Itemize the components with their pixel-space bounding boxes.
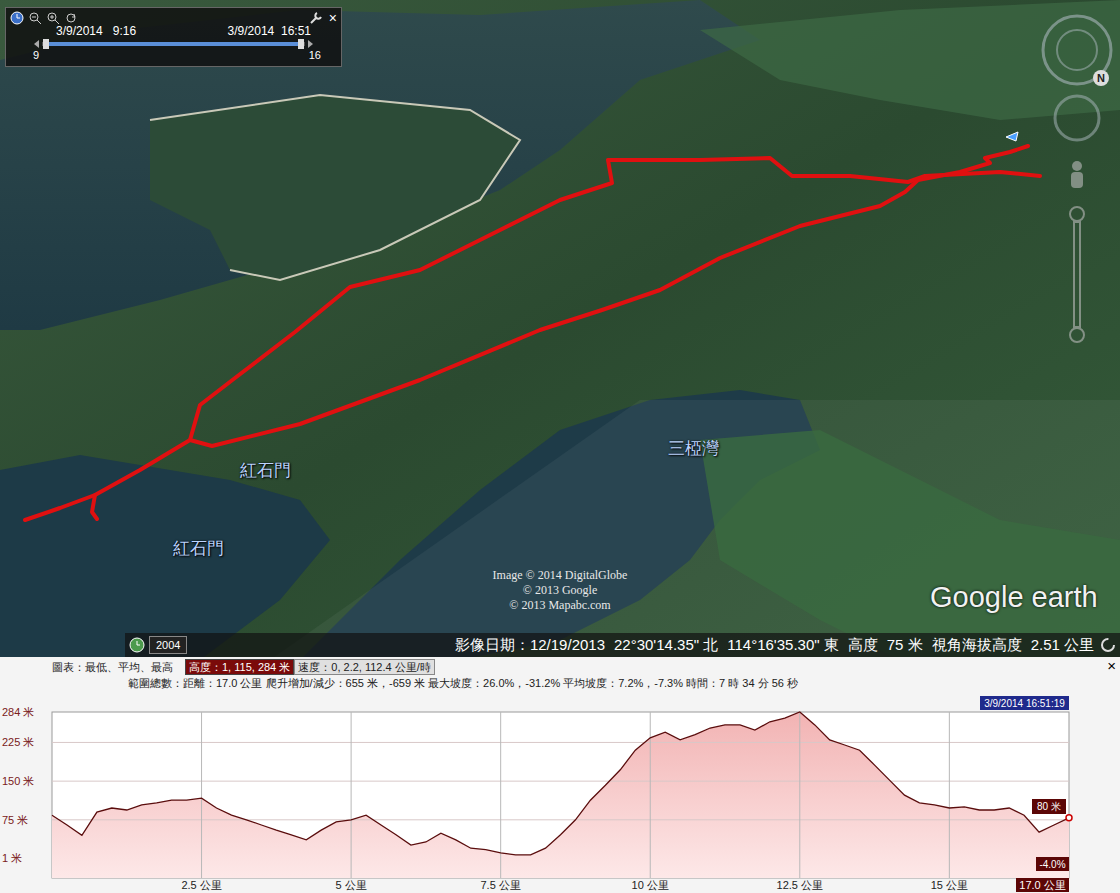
marker-height-label: 80 米 xyxy=(1032,799,1066,814)
attribution-line: Image © 2014 DigitalGlobe xyxy=(493,568,628,583)
navigation-controls[interactable]: N xyxy=(1030,0,1120,350)
elevation-profile-panel: × 圖表：最低、平均、最高高度：1, 115, 284 米速度：0, 2.2, 1… xyxy=(0,657,1120,893)
elevation-area xyxy=(52,712,1069,878)
x-tick: 2.5 公里 xyxy=(181,712,221,891)
x-tick: 5 公里 xyxy=(336,712,367,891)
street-view-icon[interactable] xyxy=(1071,161,1083,188)
historical-imagery-icon[interactable] xyxy=(129,637,145,653)
place-label[interactable]: 三椏灣 xyxy=(668,440,719,457)
status-item: 影像日期：12/19/2013 xyxy=(455,634,605,657)
place-label[interactable]: 紅石門 xyxy=(173,540,224,557)
reset-icon[interactable] xyxy=(64,11,78,25)
y-tick: 150 米 xyxy=(2,775,1069,787)
move-ring[interactable] xyxy=(1055,96,1099,140)
svg-text:3/9/2014 16:51:19: 3/9/2014 16:51:19 xyxy=(984,698,1065,709)
x-tick: 7.5 公里 xyxy=(480,712,520,891)
y-tick: 1 米 xyxy=(2,852,22,864)
range-stats: 距離：17.0 公里 爬升增加/減少：655 米，-659 米 最大坡度：26.… xyxy=(183,676,798,690)
place-label[interactable]: 紅石門 xyxy=(240,462,291,479)
time-slider-panel: × 3/9/2014 9:16 3/9/2014 16:51 9 16 xyxy=(5,7,342,67)
summary-label: 圖表：最低、平均、最高 xyxy=(52,660,173,674)
svg-text:75 米: 75 米 xyxy=(2,814,28,826)
zoom-slider[interactable] xyxy=(1070,207,1084,342)
attribution-line: © 2013 Mapabc.com xyxy=(509,598,610,613)
timestamp-label: 3/9/2014 16:51:19 xyxy=(980,696,1069,710)
svg-text:-4.0%: -4.0% xyxy=(1039,859,1065,870)
google-earth-logo: Google earth xyxy=(930,583,1098,612)
status-item: 視角海拔高度 xyxy=(932,634,1022,657)
height-stats[interactable]: 高度：1, 115, 284 米 xyxy=(185,659,294,675)
svg-text:17.0 公里: 17.0 公里 xyxy=(1019,879,1065,891)
look-ring[interactable] xyxy=(1043,16,1111,84)
imagery-year[interactable]: 2004 xyxy=(149,636,187,655)
y-tick: 75 米 xyxy=(2,814,1069,826)
status-bar: 2004 影像日期：12/19/2013 22°30'14.35" 北 114°16'… xyxy=(125,633,1120,657)
marker-grade-label: -4.0% xyxy=(1036,857,1069,871)
map-view[interactable]: 紅石門紅石門三椏灣×3/9/2014 9:163/9/2014 16:51916… xyxy=(0,0,1120,657)
speed-stats[interactable]: 速度：0, 2.2, 112.4 公里/時 xyxy=(294,659,434,675)
google-earth-window: 紅石門紅石門三椏灣×3/9/2014 9:163/9/2014 16:51916… xyxy=(0,0,1120,893)
svg-text:12.5 公里: 12.5 公里 xyxy=(777,879,823,891)
elevation-line xyxy=(52,712,1069,855)
track-inner xyxy=(190,146,1028,446)
loading-icon xyxy=(1100,637,1116,653)
x-tick: 10 公里 xyxy=(632,712,669,891)
track-outer xyxy=(25,158,1040,520)
chart-plot-area xyxy=(52,712,1069,878)
svg-text:80 米: 80 米 xyxy=(1037,801,1061,812)
status-item: 114°16'35.30" 東 xyxy=(727,634,839,657)
start-tick: 9 xyxy=(33,50,39,61)
svg-text:1 米: 1 米 xyxy=(2,852,22,864)
status-item: 高度 xyxy=(848,634,878,657)
wrench-icon[interactable] xyxy=(309,11,323,25)
svg-text:284 米: 284 米 xyxy=(2,706,34,718)
end-distance-label: 17.0 公里 xyxy=(1016,878,1069,892)
zoom-in-icon[interactable] xyxy=(46,11,60,25)
attribution: Image © 2014 DigitalGlobe© 2013 Google© … xyxy=(470,568,650,613)
zoom-out-icon[interactable] xyxy=(28,11,42,25)
close-button[interactable]: × xyxy=(329,11,337,25)
x-tick: 15 公里 xyxy=(931,712,968,891)
time-range-slider[interactable] xyxy=(6,38,341,50)
end-tick: 16 xyxy=(309,50,321,61)
end-time: 3/9/2014 16:51 xyxy=(228,25,311,38)
svg-text:150 米: 150 米 xyxy=(2,775,34,787)
svg-text:10 公里: 10 公里 xyxy=(632,879,669,891)
svg-text:15 公里: 15 公里 xyxy=(931,879,968,891)
status-item: 75 米 xyxy=(887,634,923,657)
start-time: 3/9/2014 9:16 xyxy=(56,25,136,38)
range-label: 範圍總數： xyxy=(128,676,183,690)
position-marker[interactable] xyxy=(1066,815,1072,821)
start-marker-icon[interactable] xyxy=(1006,132,1018,141)
svg-text:2.5 公里: 2.5 公里 xyxy=(181,879,221,891)
track-spur xyxy=(92,495,97,519)
svg-text:225 米: 225 米 xyxy=(2,736,34,748)
clock-icon[interactable] xyxy=(10,11,24,25)
compass-north[interactable]: N xyxy=(1097,72,1105,84)
x-tick: 12.5 公里 xyxy=(777,712,823,891)
elevation-chart[interactable]: 284 米 225 米 150 米 75 米 1 米 2.5 公里 5 公里 7.5 公里 10… xyxy=(0,690,1120,893)
attribution-line: © 2013 Google xyxy=(523,583,597,598)
svg-text:5 公里: 5 公里 xyxy=(336,879,367,891)
profile-close-button[interactable]: × xyxy=(1107,658,1116,673)
y-tick: 225 米 xyxy=(2,736,1069,748)
y-tick: 284 米 xyxy=(2,706,34,718)
status-item: 2.51 公里 xyxy=(1031,634,1094,657)
svg-text:7.5 公里: 7.5 公里 xyxy=(480,879,520,891)
satellite-imagery xyxy=(0,0,1120,657)
status-item: 22°30'14.35" 北 xyxy=(614,634,718,657)
